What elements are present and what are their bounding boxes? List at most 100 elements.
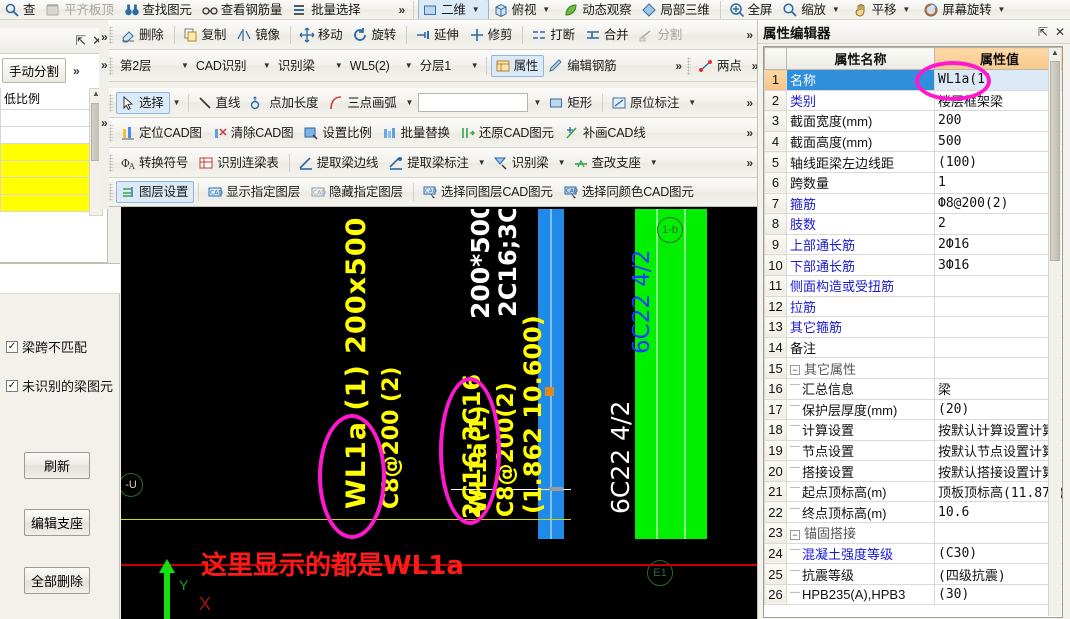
close-icon[interactable]: ✕	[1055, 25, 1065, 39]
property-value-cell[interactable]: 3Ф16	[934, 254, 1062, 276]
beam-check-cell[interactable]	[0, 143, 96, 161]
toolbar-button-copy[interactable]: 复制	[179, 24, 233, 46]
toolbar-button-zoom[interactable]: 缩放 ▼	[778, 0, 849, 19]
select-same-color-cad-button[interactable]: CAD 选择同颜色CAD图元	[559, 181, 700, 203]
beam-check-cell[interactable]	[0, 194, 96, 212]
table-row[interactable]: 5 轴线距梁左边线距 (100)	[764, 151, 1062, 173]
toolbar-button-mirror[interactable]: 镜像	[232, 24, 286, 46]
toolbar-button-dynamic-observe[interactable]: 动态观察	[559, 0, 637, 19]
table-row[interactable]: 11 侧面构造或受扭筋	[764, 274, 1062, 297]
layer-selector[interactable]: 分层1	[416, 55, 468, 77]
toolbar-button-delete[interactable]: 删除	[116, 24, 170, 46]
toolbar-button-rotate[interactable]: 旋转	[348, 24, 402, 46]
rectangle-tool-button[interactable]: 矩形	[544, 92, 598, 114]
chevron-down-icon[interactable]: ▼	[178, 61, 192, 70]
list-item[interactable]	[0, 143, 96, 161]
properties-scrollbar[interactable]: ▲	[1048, 48, 1061, 616]
left-panel-overflow-chevron[interactable]: »	[69, 64, 84, 78]
table-row[interactable]: 18计算设置 按默认计算设置计算	[764, 419, 1062, 441]
toolbar-button-merge[interactable]: 合并	[581, 24, 635, 46]
delete-all-button[interactable]: 全部删除	[24, 567, 90, 594]
toolbar-button-two-d-view[interactable]: 二维 ▼	[418, 0, 489, 19]
select-tool-button[interactable]: 选择	[116, 91, 170, 114]
beam-toolbar-overflow-chevron[interactable]: »	[742, 156, 757, 170]
toolbar-button-view-rebar-quantity[interactable]: 查看钢筋量	[198, 0, 289, 19]
table-row[interactable]: 10 下部通长筋 3Ф16	[764, 254, 1062, 276]
draw-combo-input[interactable]	[418, 93, 529, 112]
table-row[interactable]: 7 箍筋 Ф8@200(2)	[764, 192, 1062, 215]
property-value-cell[interactable]	[934, 316, 1062, 338]
table-row[interactable]: 9 上部通长筋 2Ф16	[764, 233, 1062, 256]
chevron-down-icon[interactable]: ▼	[402, 61, 416, 70]
extract-beam-annotation-button[interactable]: 提取梁标注	[384, 152, 475, 174]
toolbar-button-top-view[interactable]: 俯视 ▼	[489, 0, 560, 19]
table-row[interactable]: 2 类别 楼层框架梁	[764, 89, 1062, 112]
checkbox-box[interactable]: ✓	[6, 340, 18, 353]
floor-selector[interactable]: 第2层	[116, 55, 178, 77]
property-value-cell[interactable]: (20)	[934, 398, 1062, 421]
edit-toolbar-overflow-chevron[interactable]: »	[742, 28, 757, 42]
toolbar-button-check[interactable]: 查	[0, 0, 41, 19]
hide-specified-layer-button[interactable]: CAD 隐藏指定图层	[306, 181, 409, 203]
property-value-cell[interactable]: 梁	[934, 377, 1062, 400]
chevron-down-icon[interactable]: ▼	[685, 98, 699, 107]
check-modify-support-button[interactable]: 查改支座	[569, 152, 647, 174]
element-selector[interactable]: WL5(2)	[346, 55, 402, 77]
table-row[interactable]: 24混凝土强度等级 (C30)	[764, 542, 1062, 565]
refresh-button[interactable]: 刷新	[24, 452, 90, 479]
extract-beam-edge-button[interactable]: 提取梁边线	[294, 152, 385, 174]
property-value-cell[interactable]: 1	[934, 171, 1062, 194]
recognize-beam-button[interactable]: 识别梁	[489, 152, 555, 174]
property-value-cell[interactable]: 2	[934, 213, 1062, 235]
chevron-down-icon[interactable]: ▼	[899, 0, 913, 19]
draw-toolbar-overflow-chevron[interactable]: »	[742, 96, 757, 110]
grid-bubble-left[interactable]: -U	[121, 473, 143, 497]
table-row[interactable]: 26HPB235(A),HPB3 (30)	[764, 583, 1062, 606]
property-value-cell[interactable]: (四级抗震)	[934, 563, 1062, 585]
table-row[interactable]: 16汇总信息 梁	[764, 377, 1062, 400]
toolbar-button-batch-select[interactable]: 批量选择	[288, 0, 366, 19]
properties-button[interactable]: 属性	[490, 54, 545, 77]
chevron-down-icon[interactable]: ▼	[260, 61, 274, 70]
property-value-cell[interactable]	[934, 522, 1062, 544]
chevron-down-icon[interactable]: ▼	[170, 98, 184, 107]
property-value-cell[interactable]	[934, 336, 1062, 359]
edit-rebar-button[interactable]: 编辑钢筋	[544, 55, 622, 77]
row5-overflow-chevron[interactable]: »	[97, 116, 112, 130]
select-same-layer-cad-button[interactable]: CAD 选择同图层CAD图元	[418, 181, 559, 203]
scroll-thumb[interactable]	[1050, 61, 1060, 261]
restore-cad-element-button[interactable]: 还原CAD图元	[456, 122, 560, 144]
two-point-button[interactable]: 两点	[694, 55, 748, 77]
chevron-down-icon[interactable]: ▼	[403, 98, 417, 107]
original-position-dim-button[interactable]: 原位标注	[607, 92, 685, 114]
batch-replace-button[interactable]: 批量替换	[378, 122, 456, 144]
toolbar-button-extend[interactable]: 延伸	[411, 24, 465, 46]
chevron-down-icon[interactable]: ▼	[994, 0, 1008, 19]
edit-support-button[interactable]: 编辑支座	[24, 509, 90, 536]
property-value-cell[interactable]: (100)	[934, 151, 1062, 173]
layer-settings-button[interactable]: 图层设置	[116, 181, 195, 203]
chevron-down-icon[interactable]: ▼	[468, 61, 482, 70]
property-value-cell[interactable]: 200	[934, 110, 1062, 132]
convert-symbol-button[interactable]: ΦA 转换符号	[116, 152, 194, 174]
pin-icon[interactable]: ⇱	[1038, 25, 1048, 39]
table-row[interactable]: 3 截面宽度(mm) 200	[764, 110, 1062, 132]
module-selector[interactable]: CAD识别	[192, 55, 260, 77]
beam-check-cell[interactable]	[0, 160, 96, 178]
toolbar-button-move[interactable]: 移动	[295, 24, 349, 46]
recognize-coupling-beam-table-button[interactable]: 识别连梁表	[194, 152, 285, 174]
clear-cad-button[interactable]: 清除CAD图	[208, 122, 300, 144]
cad-toolbar-overflow-chevron[interactable]: »	[742, 126, 757, 140]
property-value-cell[interactable]: Ф8@200(2)	[934, 192, 1062, 215]
checkbox-unrecognized-beam-element[interactable]: ✓ 未识别的梁图元	[6, 376, 113, 395]
table-row[interactable]: 23− 锚固搭接	[764, 522, 1062, 544]
toolbar-button-screen-rotate[interactable]: 屏幕旋转 ▼	[919, 0, 1014, 19]
chevron-down-icon[interactable]: ▼	[530, 98, 544, 107]
table-row[interactable]: 8 肢数 2	[764, 213, 1062, 235]
toolbar-button-find-element[interactable]: 查找图元	[120, 0, 198, 19]
set-scale-button[interactable]: 设置比例	[299, 122, 377, 144]
property-value-cell[interactable]: 500	[934, 130, 1062, 153]
property-value-cell[interactable]: 2Ф16	[934, 233, 1062, 256]
list-item[interactable]	[0, 177, 96, 195]
property-value-cell[interactable]: 顶板顶标高(11.877)	[934, 480, 1062, 503]
